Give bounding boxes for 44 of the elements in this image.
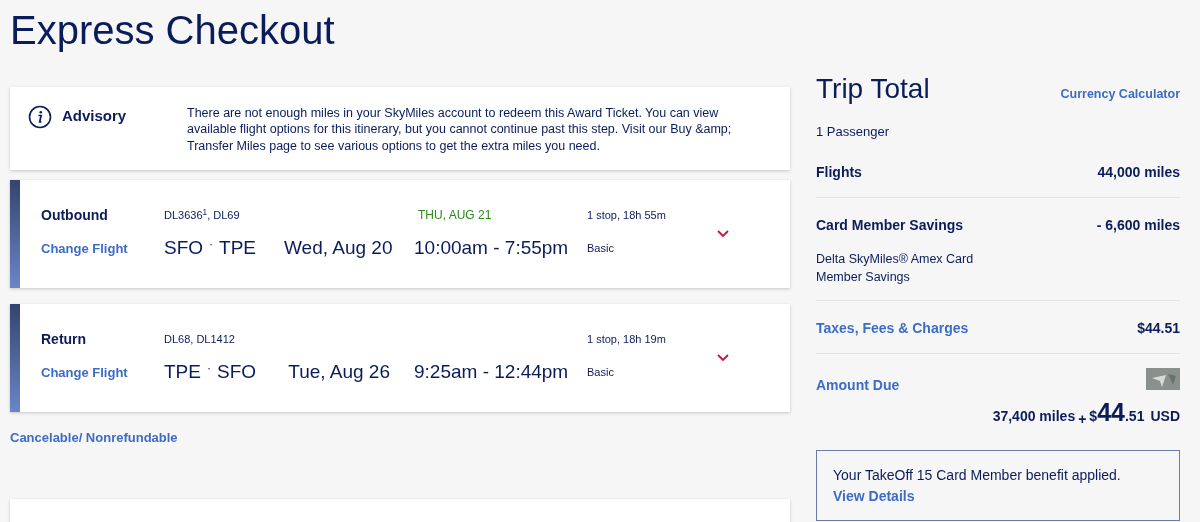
page-title: Express Checkout (10, 7, 336, 54)
currency-symbol: $ (1089, 408, 1098, 425)
trip-total-heading: Trip Total (816, 74, 930, 105)
stops-duration: 1 stop, 18h 19m (587, 331, 667, 347)
arrival-date: THU, AUG 21 (417, 207, 493, 224)
flight-direction: Outbound (41, 205, 109, 225)
flight-numbers: DL68, DL1412 (164, 331, 236, 347)
currency-calculator-link[interactable]: Currency Calculator (1060, 85, 1180, 104)
line-item-label: Flights (816, 162, 862, 182)
currency-code: USD (1150, 408, 1180, 425)
fees-link[interactable]: Taxes, Fees & Charges (816, 318, 969, 340)
route: TPE $^{·}$ SFO (164, 359, 257, 384)
change-flight-link[interactable]: Change Flight (41, 365, 128, 380)
benefit-message: Your TakeOff 15 Card Member benefit applied. (833, 465, 1122, 485)
flight-numbers: DL3636$^{1}$, DL69 (164, 206, 241, 223)
line-item-value: - 6,600 miles (1096, 215, 1180, 235)
chevron-down-icon[interactable] (717, 230, 729, 238)
change-flight-link[interactable]: Change Flight (41, 241, 128, 256)
cancellation-policy-link[interactable]: Cancelable/ Nonrefundable (10, 428, 178, 448)
passenger-count: 1 Passenger (816, 123, 889, 139)
amount-due-link[interactable]: Amount Due (816, 375, 900, 397)
fare-class: Basic (587, 364, 615, 380)
savings-note: Delta SkyMiles® Amex Card Member Savings (816, 250, 975, 286)
price-dollars: 44 (1097, 398, 1125, 427)
flight-times: 9:25am - 12:44pm (414, 359, 570, 384)
info-icon (28, 105, 52, 129)
advisory-message: There are not enough miles in your SkyMiles account to redeem this Award Ticket. You can view available flight options for this itinerary, but you cannot continue past this step. Visit our Buy &amp; Transfer Miles page to see various options to get the extra miles you need. (187, 105, 733, 155)
chevron-down-icon[interactable] (717, 354, 729, 362)
stops-duration: 1 stop, 18h 55m (587, 207, 667, 223)
flight-direction: Return (41, 329, 88, 349)
advisory-label: Advisory (62, 106, 128, 126)
credit-card-icon (1146, 368, 1180, 391)
line-item-value: $44.51 (1137, 319, 1180, 339)
line-item-value: 44,000 miles (1097, 162, 1180, 182)
plus-sign: + (1078, 411, 1087, 428)
miles-amount: 37,400 miles (992, 408, 1076, 425)
departure-date: Tue, Aug 26 (287, 359, 390, 384)
line-item-label: Card Member Savings (816, 215, 964, 235)
fare-class: Basic (587, 240, 615, 256)
price-cents: .51 (1124, 408, 1145, 425)
view-details-link[interactable]: View Details (833, 487, 915, 504)
route: SFO $^{·}$ TPE (164, 235, 257, 260)
departure-date: Wed, Aug 20 (284, 235, 390, 260)
flight-times: 10:00am - 7:55pm (414, 235, 570, 260)
